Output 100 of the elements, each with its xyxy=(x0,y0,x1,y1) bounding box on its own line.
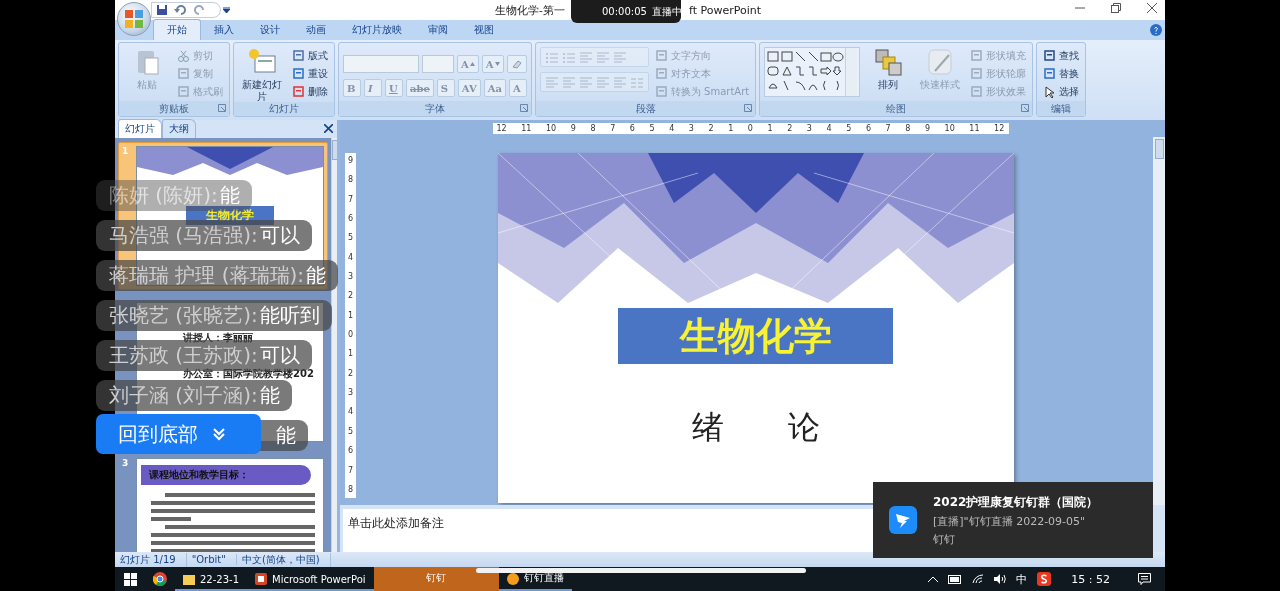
office-button[interactable] xyxy=(117,2,151,36)
ribbon-button[interactable]: 选择 xyxy=(1041,83,1082,100)
ruler-number: 3 xyxy=(806,124,812,133)
ribbon-button[interactable]: 替换 xyxy=(1041,65,1082,82)
volume-icon[interactable] xyxy=(994,574,1007,584)
chat-sender: 张晓艺 (张晓艺): xyxy=(109,302,258,329)
ribbon-tab[interactable]: 视图 xyxy=(461,20,507,40)
ruler-number: 5 xyxy=(846,124,852,133)
shape-gallery[interactable] xyxy=(764,47,861,97)
ribbon-button[interactable]: 删除 xyxy=(290,83,330,100)
panel-tab[interactable]: 幻灯片 xyxy=(118,119,162,138)
ruler-number: 0 xyxy=(347,331,354,340)
ruler-number: 7 xyxy=(610,124,616,133)
thumbnail-title: 课程地位和教学目标： xyxy=(141,465,311,485)
notification-icon[interactable] xyxy=(1138,573,1151,585)
dialog-launcher-icon[interactable] xyxy=(519,104,528,112)
ribbon-tab[interactable]: 幻灯片放映 xyxy=(339,20,415,40)
ruler-number: 4 xyxy=(826,124,832,133)
eraser-icon xyxy=(510,58,523,70)
ruler-number: 8 xyxy=(590,124,596,133)
restore-icon[interactable] xyxy=(1111,3,1121,13)
redo-icon[interactable] xyxy=(194,4,206,16)
input-method-indicator[interactable]: 中 xyxy=(1016,571,1028,587)
ruler-number: 6 xyxy=(347,215,354,224)
dialog-launcher-icon[interactable] xyxy=(218,104,226,112)
save-icon[interactable] xyxy=(156,4,168,16)
ribbon-tab[interactable]: 动画 xyxy=(293,20,339,40)
slide-subtitle: 绪 论 xyxy=(691,407,820,448)
panel-tab[interactable]: 大纲 xyxy=(162,119,196,138)
ribbon-button[interactable]: 重设 xyxy=(290,65,330,82)
ruler-number: 10 xyxy=(546,124,557,133)
input-app-icon[interactable] xyxy=(1037,572,1052,586)
ribbon-button[interactable]: 排列 xyxy=(864,47,913,91)
ruler-number: 5 xyxy=(347,427,354,436)
ruler-number: 12 xyxy=(496,124,507,133)
font-size-field[interactable] xyxy=(422,55,454,73)
ruler-number: 9 xyxy=(924,124,930,133)
chat-message: 可以 xyxy=(259,342,300,368)
ribbon-tab[interactable]: 审阅 xyxy=(415,20,461,40)
double-chevron-down-icon xyxy=(212,427,226,441)
taskbar-item[interactable]: 22-23-1 xyxy=(175,567,248,591)
ruler-number: 2 xyxy=(787,124,793,133)
close-icon[interactable] xyxy=(324,124,333,133)
ruler-number: 2 xyxy=(347,369,354,378)
thumbnail-text: 办公室：国际学院教学楼202 xyxy=(183,367,314,381)
ruler-number: 3 xyxy=(347,273,354,282)
ribbon-tab[interactable]: 插入 xyxy=(201,20,247,40)
group-label: 编辑 xyxy=(1051,101,1072,116)
ruler-number: 1 xyxy=(767,124,773,133)
slide-number: 1 xyxy=(122,146,130,158)
ruler-number: 1 xyxy=(347,350,354,359)
scrollbar[interactable] xyxy=(1153,137,1165,505)
ruler-number: 2 xyxy=(347,292,354,301)
wifi-icon[interactable] xyxy=(972,574,985,584)
chat-message: 可以 xyxy=(259,222,300,249)
ribbon-tab[interactable]: 设计 xyxy=(247,20,293,40)
window-title: 生物化学-第一 xyxy=(495,4,565,18)
ruler-number: 11 xyxy=(521,124,532,133)
ruler-number: 6 xyxy=(347,447,354,456)
ruler-number: 7 xyxy=(347,466,354,475)
dialog-launcher-icon[interactable] xyxy=(1021,104,1030,112)
ribbon-button[interactable]: 版式 xyxy=(290,47,330,64)
chat-message: 能 xyxy=(259,382,280,409)
ribbon-button[interactable]: 新建幻灯片 xyxy=(238,47,286,102)
slide-number: 3 xyxy=(122,458,130,470)
ruler-number: 11 xyxy=(969,124,980,133)
ruler-number: 4 xyxy=(347,408,354,417)
arrange-icon xyxy=(873,47,904,77)
chat-message: 能 xyxy=(276,422,296,449)
undo-icon[interactable] xyxy=(174,4,188,16)
taskbar-item[interactable]: Microsoft PowerPoi xyxy=(247,567,374,591)
notification-toast[interactable]: 2022护理康复钉钉群（国院） [直播]"钉钉直播 2022-09-05" 钉钉 xyxy=(873,482,1153,558)
caret-down-icon xyxy=(494,62,500,66)
status-text: 幻灯片 1/19 xyxy=(115,552,187,567)
battery-icon[interactable] xyxy=(948,574,963,584)
ruler-number: 6 xyxy=(629,124,635,133)
browser-icon[interactable] xyxy=(153,572,167,586)
chevron-up-icon[interactable] xyxy=(928,576,939,582)
select-icon xyxy=(1043,85,1057,98)
back-to-bottom-button[interactable]: 回到底部 xyxy=(96,414,261,454)
ruler-number: 0 xyxy=(747,124,753,133)
ribbon-tab[interactable]: 开始 xyxy=(153,19,201,40)
windows-start-icon[interactable] xyxy=(123,572,137,586)
close-icon[interactable] xyxy=(1147,3,1157,13)
ruler-number: 9 xyxy=(570,124,576,133)
caret-up-icon xyxy=(469,62,475,66)
clock[interactable]: 15 : 52 xyxy=(1071,572,1110,586)
font-name-field[interactable] xyxy=(343,55,419,73)
dialog-launcher-icon[interactable] xyxy=(744,104,753,112)
ribbon-button[interactable]: 查找 xyxy=(1041,47,1082,64)
notification-title: 2022护理康复钉钉群（国院） xyxy=(933,493,1099,511)
group-label: 剪贴板 xyxy=(159,101,189,116)
ruler-number: 4 xyxy=(669,124,675,133)
chat-message: 能 xyxy=(219,182,240,209)
ruler-number: 1 xyxy=(347,311,354,320)
ruler-number: 1 xyxy=(728,124,734,133)
customize-caret-icon[interactable] xyxy=(223,7,230,13)
chat-sender: 刘子涵 (刘子涵): xyxy=(109,382,258,409)
help-icon[interactable] xyxy=(1150,24,1162,36)
taskbar-item[interactable]: 钉钉 xyxy=(373,567,499,591)
